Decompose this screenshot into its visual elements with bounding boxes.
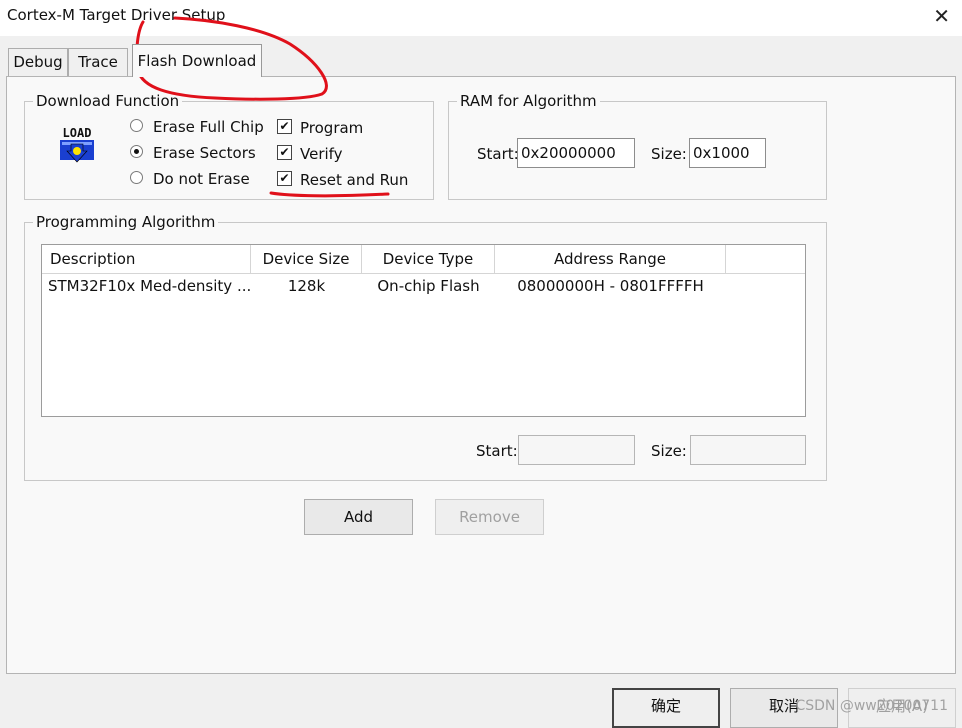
check-icon[interactable]: ✔ [277, 119, 292, 134]
algo-size-input[interactable] [690, 435, 806, 465]
cell-device-type: On-chip Flash [377, 277, 480, 295]
tab-trace[interactable]: Trace [68, 48, 128, 76]
checkbox-reset-and-run[interactable]: ✔ Reset and Run [277, 169, 408, 191]
load-icon: LOAD [60, 126, 94, 163]
list-header: Description Device Size Device Type Addr… [42, 245, 805, 274]
check-icon[interactable]: ✔ [277, 171, 292, 186]
algorithm-list[interactable]: Description Device Size Device Type Addr… [41, 244, 806, 417]
ram-start-label: Start: [477, 145, 519, 163]
check-icon[interactable]: ✔ [277, 145, 292, 160]
cell-address-range: 08000000H - 0801FFFFH [517, 277, 704, 295]
window-title: Cortex-M Target Driver Setup [7, 6, 226, 24]
radio-erase-full-chip[interactable]: Erase Full Chip [130, 116, 264, 138]
checkbox-program[interactable]: ✔ Program [277, 117, 363, 139]
column-header-description[interactable]: Description [42, 245, 251, 273]
tab-debug[interactable]: Debug [8, 48, 68, 76]
group-title: Programming Algorithm [33, 212, 219, 232]
radio-button[interactable] [130, 119, 143, 132]
title-bar: Cortex-M Target Driver Setup ✕ [0, 0, 962, 36]
ram-size-input[interactable]: 0x1000 [689, 138, 766, 168]
radio-do-not-erase[interactable]: Do not Erase [130, 168, 250, 190]
column-header-filler [726, 245, 805, 273]
algo-start-label: Start: [476, 442, 518, 460]
algo-size-label: Size: [651, 442, 687, 460]
close-icon[interactable]: ✕ [933, 4, 950, 28]
group-title: Download Function [33, 91, 183, 111]
cell-device-size: 128k [287, 277, 326, 295]
checkbox-verify[interactable]: ✔ Verify [277, 143, 343, 165]
radio-label: Erase Full Chip [153, 118, 264, 136]
ram-size-label: Size: [651, 145, 687, 163]
column-header-address-range[interactable]: Address Range [495, 245, 726, 273]
remove-button[interactable]: Remove [435, 499, 544, 535]
column-header-device-type[interactable]: Device Type [362, 245, 495, 273]
tab-flash-download[interactable]: Flash Download [132, 44, 262, 77]
checkbox-label: Verify [300, 145, 343, 163]
column-header-device-size[interactable]: Device Size [251, 245, 362, 273]
algo-start-input[interactable] [518, 435, 635, 465]
group-title: RAM for Algorithm [457, 91, 600, 111]
checkbox-label: Program [300, 119, 364, 137]
radio-label: Erase Sectors [153, 144, 256, 162]
radio-label: Do not Erase [153, 170, 250, 188]
load-icon-label: LOAD [63, 126, 92, 140]
radio-erase-sectors[interactable]: Erase Sectors [130, 142, 256, 164]
ram-start-input[interactable]: 0x20000000 [517, 138, 635, 168]
watermark: CSDN @ww20200711 [795, 698, 948, 714]
cell-description: STM32F10x Med-density ... [48, 277, 252, 295]
ok-button[interactable]: 确定 [612, 688, 720, 728]
radio-button[interactable] [130, 171, 143, 184]
add-button[interactable]: Add [304, 499, 413, 535]
checkbox-label: Reset and Run [300, 171, 409, 189]
radio-button[interactable] [130, 145, 143, 158]
